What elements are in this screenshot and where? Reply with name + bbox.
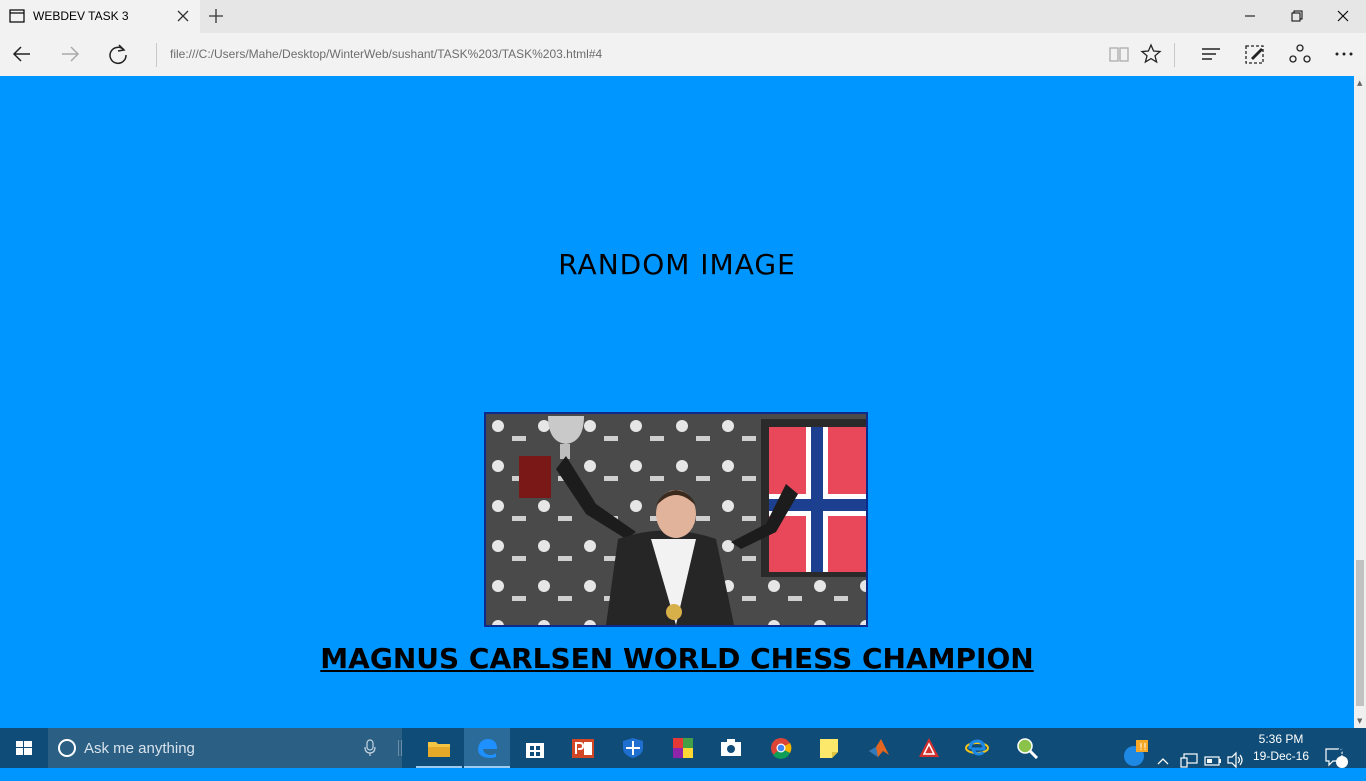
page-scrollbar[interactable]: ▲ ▼ — [1354, 76, 1366, 728]
page-caption-link[interactable]: MAGNUS CARLSEN WORLD CHESS CHAMPION — [0, 642, 1354, 675]
taskbar-camera[interactable] — [708, 728, 754, 768]
clock-time: 5:36 PM — [1258, 732, 1304, 746]
favorite-star-icon[interactable] — [1139, 42, 1163, 66]
taskbar-powerpoint[interactable] — [560, 728, 606, 768]
action-center-icon[interactable] — [1324, 738, 1348, 778]
taskbar-edge[interactable] — [464, 728, 510, 768]
task-view-divider — [398, 740, 402, 756]
close-window-icon[interactable] — [1335, 8, 1351, 24]
toolbar-separator — [1174, 43, 1175, 67]
browser-tab[interactable]: WEBDEV TASK 3 — [0, 0, 200, 33]
magnifier-app-icon — [1017, 738, 1039, 759]
forward-icon[interactable] — [58, 42, 82, 66]
scroll-up-icon[interactable]: ▲ — [1357, 79, 1362, 87]
taskbar-app-magnifier[interactable] — [1004, 728, 1050, 768]
powerpoint-icon — [572, 739, 594, 758]
taskbar-matlab[interactable] — [856, 728, 902, 768]
minimize-icon[interactable] — [1242, 8, 1258, 24]
update-warning-icon[interactable]: !! — [1122, 734, 1150, 774]
taskbar-chrome[interactable] — [758, 728, 804, 768]
show-hidden-icons-icon[interactable] — [1156, 741, 1170, 781]
photo-illustration — [486, 414, 866, 625]
new-tab-icon[interactable] — [208, 8, 224, 24]
svg-text:!!: !! — [1139, 742, 1147, 753]
system-clock[interactable]: 5:36 PM 19-Dec-16 — [1250, 731, 1312, 765]
hub-icon[interactable] — [1199, 42, 1223, 66]
shield-icon — [623, 738, 643, 758]
tab-title: WEBDEV TASK 3 — [33, 9, 129, 23]
acrobat-icon — [919, 738, 939, 757]
notification-count: 2 — [1338, 747, 1344, 758]
page-content: RANDOM IMAGE MAGNUS CARLSEN WORLD CHESS … — [0, 76, 1354, 728]
battery-icon[interactable] — [1204, 741, 1222, 781]
internet-explorer-icon — [965, 739, 989, 756]
address-separator — [156, 43, 157, 67]
scroll-thumb[interactable] — [1356, 560, 1364, 706]
page-heading: RANDOM IMAGE — [558, 248, 796, 281]
browser-tab-bar: WEBDEV TASK 3 — [0, 0, 1366, 33]
network-icon[interactable] — [1180, 740, 1198, 780]
store-icon — [526, 743, 544, 758]
clock-date: 19-Dec-16 — [1252, 749, 1310, 763]
close-tab-icon[interactable] — [176, 9, 190, 23]
windows-taskbar: Ask me anything !! 5:36 PM 19-Dec-16 2 — [0, 728, 1366, 769]
taskbar-office[interactable] — [660, 728, 706, 768]
volume-icon[interactable] — [1227, 740, 1245, 780]
address-bar[interactable]: file:///C:/Users/Mahe/Desktop/WinterWeb/… — [170, 47, 602, 61]
taskbar-internet-explorer[interactable] — [954, 728, 1000, 768]
office-apps-icon — [673, 738, 693, 758]
folder-icon — [428, 742, 450, 757]
restore-icon[interactable] — [1289, 8, 1305, 24]
start-button[interactable] — [0, 728, 48, 768]
edge-icon — [478, 739, 497, 758]
page-icon — [9, 9, 25, 23]
champion-photo — [484, 412, 868, 627]
windows-logo-icon — [16, 741, 32, 755]
taskbar-acrobat[interactable] — [906, 728, 952, 768]
taskbar-store[interactable] — [512, 728, 558, 768]
taskbar-defender[interactable] — [610, 728, 656, 768]
matlab-icon — [869, 739, 889, 757]
taskbar-sticky-notes[interactable] — [806, 728, 852, 768]
scroll-down-icon[interactable]: ▼ — [1357, 717, 1362, 725]
back-icon[interactable] — [10, 42, 34, 66]
more-icon[interactable] — [1332, 42, 1356, 66]
reading-view-icon[interactable] — [1107, 42, 1131, 66]
search-placeholder: Ask me anything — [84, 740, 195, 757]
taskbar-file-explorer[interactable] — [416, 728, 462, 768]
sticky-note-icon — [820, 739, 838, 758]
cortana-icon — [58, 739, 76, 757]
camera-icon — [721, 739, 741, 756]
share-icon[interactable] — [1288, 42, 1312, 66]
refresh-icon[interactable] — [106, 42, 130, 66]
microphone-icon[interactable] — [364, 739, 376, 757]
browser-nav-bar: file:///C:/Users/Mahe/Desktop/WinterWeb/… — [0, 33, 1366, 76]
cortana-search-box[interactable]: Ask me anything — [48, 728, 402, 768]
chrome-icon — [771, 738, 792, 759]
web-note-icon[interactable] — [1243, 42, 1267, 66]
